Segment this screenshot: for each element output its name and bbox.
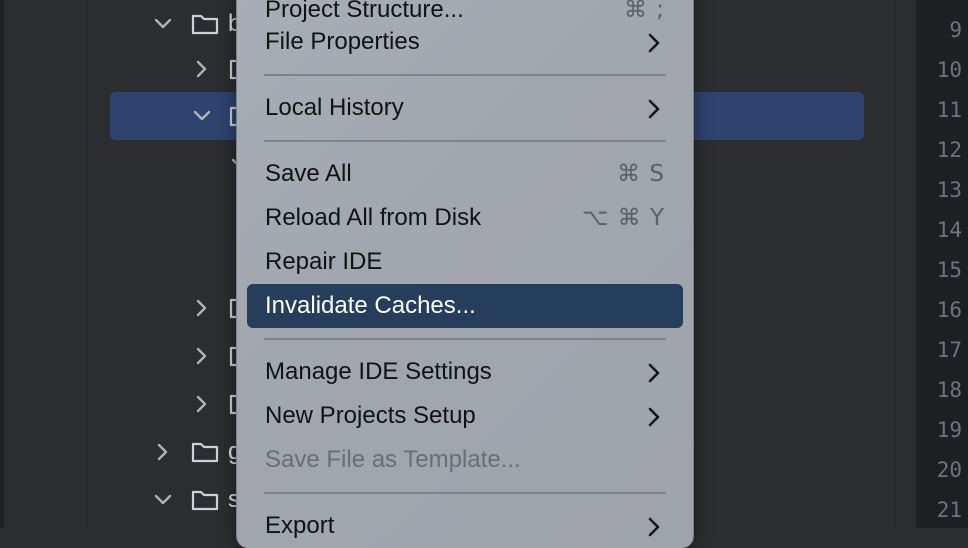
line-number: 20 bbox=[936, 458, 962, 482]
line-number: 21 bbox=[936, 498, 962, 522]
menu-item-label: File Properties bbox=[265, 28, 420, 55]
menu-item-label: Save File as Template... bbox=[265, 446, 521, 473]
submenu-arrow-icon bbox=[647, 406, 661, 428]
menu-item-label: Invalidate Caches... bbox=[265, 292, 476, 319]
menu-item-save-file-as-template: Save File as Template... bbox=[247, 438, 683, 482]
chevron-down-icon[interactable] bbox=[190, 104, 214, 128]
chevron-right-icon[interactable] bbox=[190, 296, 214, 320]
tool-window-strip bbox=[0, 0, 87, 528]
folder-icon bbox=[190, 485, 220, 515]
chevron-right-icon[interactable] bbox=[151, 440, 175, 464]
chevron-right-icon[interactable] bbox=[190, 344, 214, 368]
line-number: 18 bbox=[936, 378, 962, 402]
menu-item-reload-all-from-disk[interactable]: Reload All from Disk ⌥ ⌘ Y bbox=[247, 196, 683, 240]
menu-item-manage-ide-settings[interactable]: Manage IDE Settings bbox=[247, 350, 683, 394]
menu-separator bbox=[264, 338, 666, 340]
submenu-arrow-icon bbox=[647, 516, 661, 538]
menu-item-label: Repair IDE bbox=[265, 248, 383, 275]
file-menu-popup: Project Structure... ⌘ ; File Properties… bbox=[236, 0, 694, 548]
line-number: 9 bbox=[949, 18, 962, 42]
line-number: 12 bbox=[936, 138, 962, 162]
line-number: 16 bbox=[936, 298, 962, 322]
menu-item-label: Local History bbox=[265, 94, 404, 121]
line-number: 15 bbox=[936, 258, 962, 282]
folder-icon bbox=[190, 437, 220, 467]
menu-item-repair-ide[interactable]: Repair IDE bbox=[247, 240, 683, 284]
line-number: 14 bbox=[936, 218, 962, 242]
menu-item-label: Manage IDE Settings bbox=[265, 358, 492, 385]
menu-item-new-projects-setup[interactable]: New Projects Setup bbox=[247, 394, 683, 438]
chevron-right-icon[interactable] bbox=[190, 392, 214, 416]
submenu-arrow-icon bbox=[647, 98, 661, 120]
editor-gutter: 9 10 11 12 13 14 15 16 17 18 19 20 21 bbox=[916, 0, 968, 528]
menu-separator bbox=[264, 140, 666, 142]
menu-separator bbox=[264, 492, 666, 494]
chevron-down-icon[interactable] bbox=[151, 488, 175, 512]
line-number: 11 bbox=[936, 98, 962, 122]
line-number: 19 bbox=[936, 418, 962, 442]
submenu-arrow-icon bbox=[647, 362, 661, 384]
menu-item-export[interactable]: Export bbox=[247, 504, 683, 548]
menu-item-label: Export bbox=[265, 512, 335, 539]
menu-item-label: Reload All from Disk bbox=[265, 204, 482, 231]
menu-item-label: New Projects Setup bbox=[265, 402, 476, 429]
window-edge bbox=[0, 0, 4, 528]
chevron-down-icon[interactable] bbox=[151, 12, 175, 36]
menu-item-file-properties[interactable]: File Properties bbox=[247, 20, 683, 64]
menu-item-local-history[interactable]: Local History bbox=[247, 86, 683, 130]
folder-icon bbox=[190, 9, 220, 39]
menu-item-shortcut: ⌘ S bbox=[617, 161, 665, 187]
menu-separator bbox=[264, 74, 666, 76]
menu-item-shortcut: ⌥ ⌘ Y bbox=[581, 205, 665, 231]
menu-item-label: Save All bbox=[265, 160, 352, 187]
submenu-arrow-icon bbox=[647, 32, 661, 54]
menu-item-invalidate-caches[interactable]: Invalidate Caches... bbox=[247, 284, 683, 328]
menu-item-save-all[interactable]: Save All ⌘ S bbox=[247, 152, 683, 196]
line-number: 17 bbox=[936, 338, 962, 362]
line-number: 13 bbox=[936, 178, 962, 202]
chevron-right-icon[interactable] bbox=[190, 57, 214, 81]
line-number: 10 bbox=[936, 58, 962, 82]
